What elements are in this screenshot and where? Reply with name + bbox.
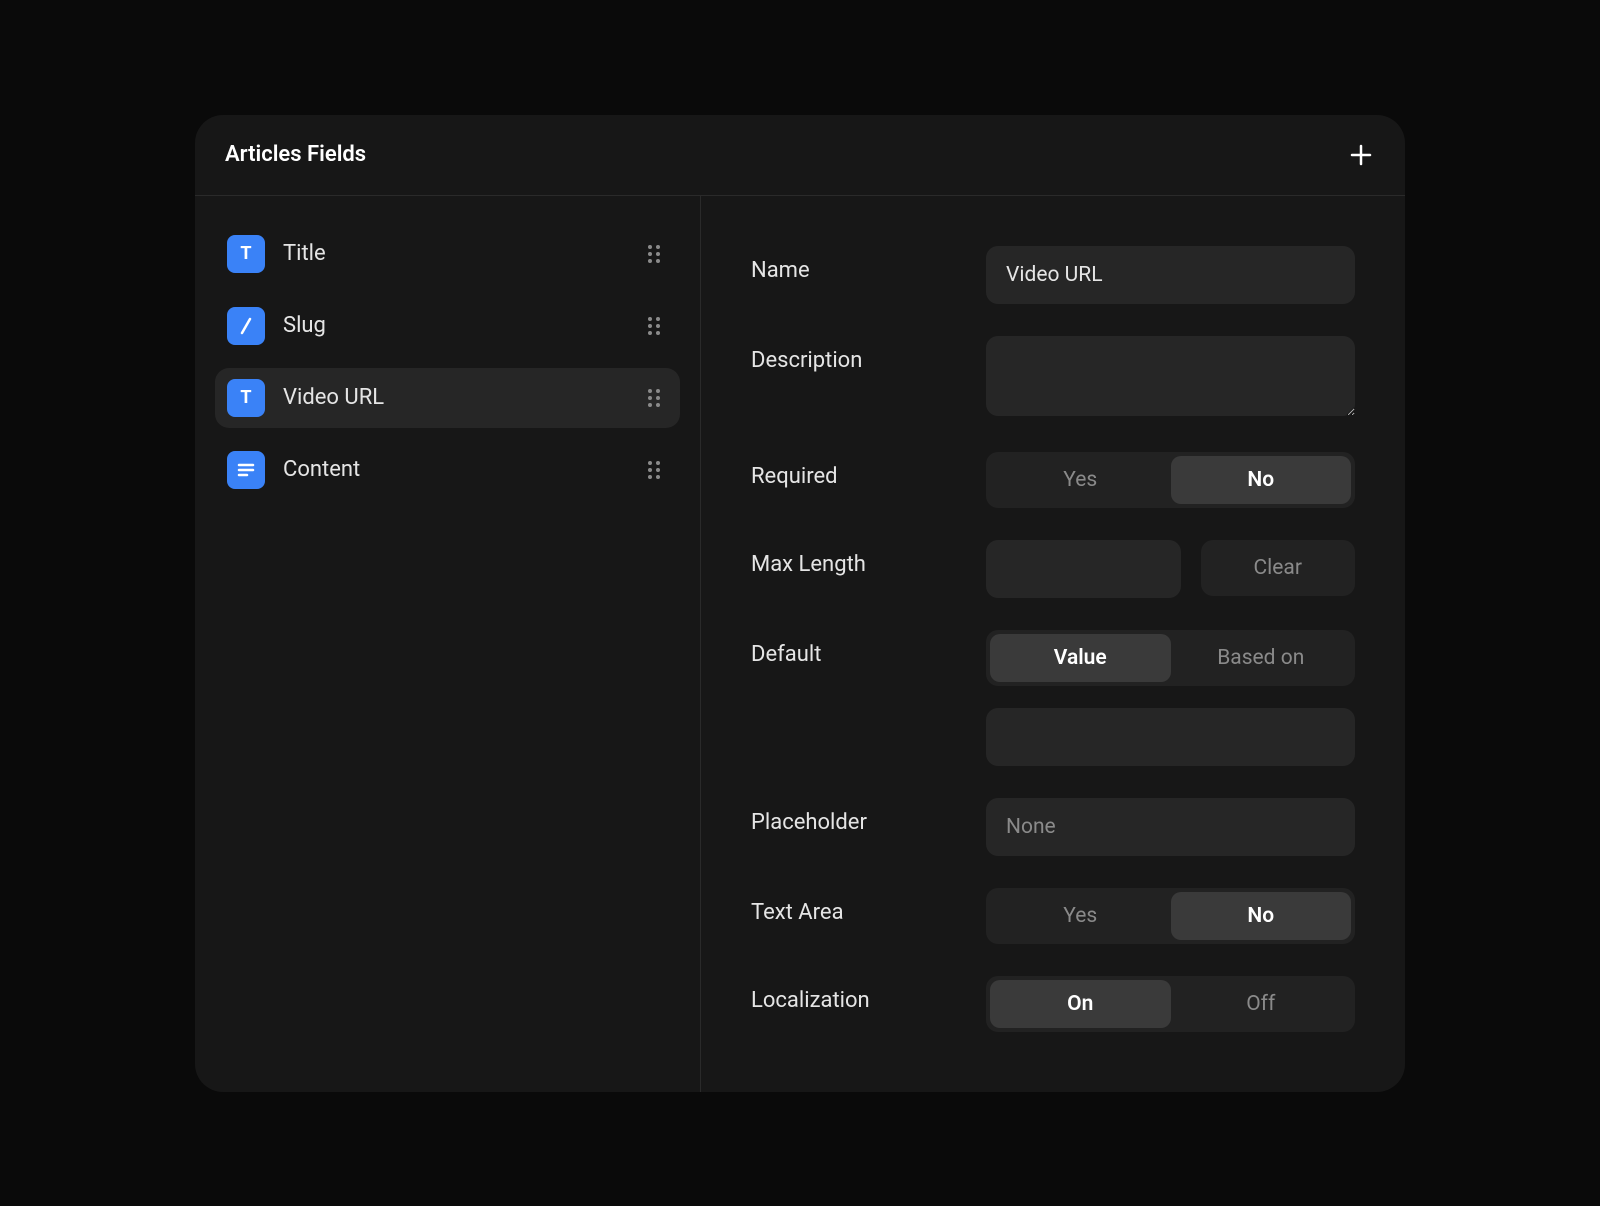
label-required: Required xyxy=(751,452,986,489)
localization-toggle: On Off xyxy=(986,976,1355,1032)
fields-sidebar: T Title Slug T Vi xyxy=(195,196,701,1092)
field-item-video-url[interactable]: T Video URL xyxy=(215,368,680,428)
slash-icon xyxy=(227,307,265,345)
panel-header: Articles Fields xyxy=(195,115,1405,196)
text-area-toggle: Yes No xyxy=(986,888,1355,944)
field-list: T Title Slug T Vi xyxy=(215,224,680,500)
localization-on[interactable]: On xyxy=(990,980,1171,1028)
add-field-button[interactable] xyxy=(1347,141,1375,169)
drag-handle-icon[interactable] xyxy=(644,459,664,481)
field-item-content[interactable]: Content xyxy=(215,440,680,500)
field-item-label: Content xyxy=(283,457,644,482)
field-settings: Name Description Required Yes No xyxy=(701,196,1405,1092)
default-value[interactable]: Value xyxy=(990,634,1171,682)
description-input[interactable] xyxy=(986,336,1355,416)
name-input[interactable] xyxy=(986,246,1355,304)
default-based-on[interactable]: Based on xyxy=(1171,634,1352,682)
drag-handle-icon[interactable] xyxy=(644,243,664,265)
field-item-title[interactable]: T Title xyxy=(215,224,680,284)
text-icon: T xyxy=(227,235,265,273)
field-item-slug[interactable]: Slug xyxy=(215,296,680,356)
drag-handle-icon[interactable] xyxy=(644,315,664,337)
default-toggle: Value Based on xyxy=(986,630,1355,686)
lines-icon xyxy=(227,451,265,489)
field-item-label: Slug xyxy=(283,313,644,338)
plus-icon xyxy=(1350,144,1372,166)
panel-title: Articles Fields xyxy=(225,142,366,167)
fields-panel: Articles Fields T Title Slug xyxy=(195,115,1405,1092)
placeholder-input[interactable] xyxy=(986,798,1355,856)
required-no[interactable]: No xyxy=(1171,456,1352,504)
localization-off[interactable]: Off xyxy=(1171,980,1352,1028)
drag-handle-icon[interactable] xyxy=(644,387,664,409)
clear-button[interactable]: Clear xyxy=(1201,540,1356,596)
label-localization: Localization xyxy=(751,976,986,1013)
row-localization: Localization On Off xyxy=(751,976,1355,1032)
row-required: Required Yes No xyxy=(751,452,1355,508)
row-placeholder: Placeholder xyxy=(751,798,1355,856)
label-placeholder: Placeholder xyxy=(751,798,986,835)
text-icon: T xyxy=(227,379,265,417)
field-item-label: Video URL xyxy=(283,385,644,410)
label-default: Default xyxy=(751,630,986,667)
field-item-label: Title xyxy=(283,241,644,266)
label-max-length: Max Length xyxy=(751,540,986,577)
text-area-no[interactable]: No xyxy=(1171,892,1352,940)
label-text-area: Text Area xyxy=(751,888,986,925)
required-yes[interactable]: Yes xyxy=(990,456,1171,504)
label-name: Name xyxy=(751,246,986,283)
default-value-input[interactable] xyxy=(986,708,1355,766)
max-length-input[interactable] xyxy=(986,540,1181,598)
label-description: Description xyxy=(751,336,986,373)
row-max-length: Max Length Clear xyxy=(751,540,1355,598)
row-text-area: Text Area Yes No xyxy=(751,888,1355,944)
row-description: Description xyxy=(751,336,1355,420)
required-toggle: Yes No xyxy=(986,452,1355,508)
row-name: Name xyxy=(751,246,1355,304)
panel-body: T Title Slug T Vi xyxy=(195,196,1405,1092)
row-default: Default Value Based on xyxy=(751,630,1355,766)
text-area-yes[interactable]: Yes xyxy=(990,892,1171,940)
